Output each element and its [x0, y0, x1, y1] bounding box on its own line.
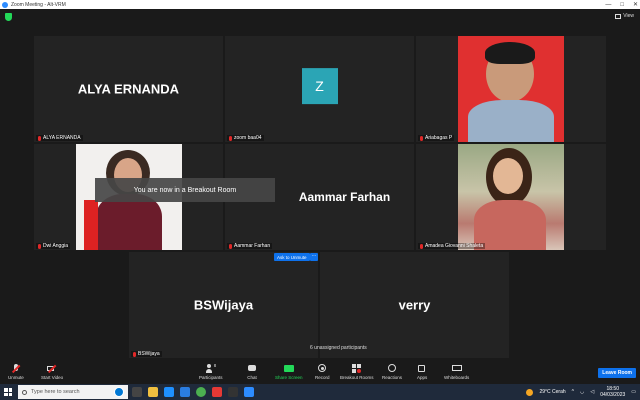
tray-chevron-icon[interactable]: ^	[572, 389, 574, 395]
record-button[interactable]: Record	[315, 364, 330, 380]
tile-label: BSWijaya	[131, 351, 162, 357]
mic-muted-icon	[11, 364, 21, 373]
window-controls: — □ ✕	[605, 0, 638, 9]
video-tile-bswijaya[interactable]: BSWijaya BSWijaya	[129, 252, 318, 358]
breakout-rooms-icon	[351, 364, 362, 373]
apps-button[interactable]: Apps	[417, 364, 427, 380]
windows-taskbar: Type here to search 29°C Cerah ^ ◡ ◁ 18:…	[0, 384, 640, 400]
notification-icon[interactable]: ▭	[631, 389, 636, 395]
leave-room-button[interactable]: Leave Room	[598, 368, 636, 378]
reactions-icon	[387, 364, 397, 373]
search-icon	[22, 389, 27, 395]
wifi-icon[interactable]: ◡	[580, 389, 584, 395]
tile-label: ALYA ERNANDA	[36, 135, 83, 141]
minimize-button[interactable]: —	[605, 2, 611, 8]
windows-start-icon[interactable]	[4, 388, 12, 396]
tile-label: Ariabagas P	[418, 135, 455, 141]
participants-icon: 8	[205, 363, 216, 373]
breakout-room-notice: You are now in a Breakout Room	[95, 178, 275, 202]
mic-muted-icon	[229, 243, 232, 249]
avatar: Z	[301, 68, 338, 105]
tile-label: Amadea Giovanni Shaleta	[418, 243, 486, 249]
video-tile-alya[interactable]: ALYA ERNANDA ALYA ERNANDA	[34, 36, 223, 142]
chrome-icon[interactable]	[196, 387, 206, 397]
participant-name-display: Aammar Farhan	[298, 190, 391, 204]
system-tray: 29°C Cerah ^ ◡ ◁ 18:50 04/03/2023 ▭	[526, 384, 636, 400]
ask-to-unmute-button[interactable]: Ask to Unmute	[274, 253, 310, 261]
whiteboard-icon	[451, 364, 462, 373]
mic-muted-icon	[229, 135, 232, 141]
weather-text[interactable]: 29°C Cerah	[539, 389, 565, 395]
participant-video	[458, 144, 564, 250]
chat-button[interactable]: Chat	[247, 364, 257, 380]
file-explorer-icon[interactable]	[148, 387, 158, 397]
mic-muted-icon	[133, 351, 136, 357]
camera-app-icon[interactable]	[228, 387, 238, 397]
zoom-logo-icon	[2, 1, 8, 8]
meeting-toolbar: Unmute Start Video 8 Participants Chat S…	[0, 360, 640, 384]
bing-icon[interactable]	[114, 387, 124, 397]
video-tile-verry[interactable]: verry	[320, 252, 509, 358]
mic-muted-icon	[38, 243, 41, 249]
chat-icon	[247, 364, 257, 373]
video-off-icon	[47, 364, 57, 373]
record-icon	[317, 364, 327, 373]
unmute-button[interactable]: Unmute	[8, 364, 24, 380]
participant-name-display: ALYA ERNANDA	[77, 81, 180, 97]
start-video-button[interactable]: Start Video	[41, 364, 63, 380]
taskbar-clock[interactable]: 18:50 04/03/2023	[600, 386, 625, 398]
breakout-rooms-button[interactable]: Breakout Rooms	[340, 364, 374, 380]
mic-muted-icon	[420, 243, 423, 249]
media-app-icon[interactable]	[212, 387, 222, 397]
view-button[interactable]: View	[615, 13, 634, 19]
grid-view-icon	[615, 13, 622, 19]
apps-icon	[417, 364, 427, 373]
unassigned-participants-text: 6 unassigned participants	[310, 345, 367, 351]
reactions-button[interactable]: Reactions	[382, 364, 402, 380]
tile-label: Dwi Anggia	[36, 243, 71, 249]
security-shield-icon[interactable]	[5, 13, 12, 21]
participant-video	[458, 36, 564, 142]
window-titlebar: Zoom Meeting - Alt-VRM — □ ✕	[0, 0, 640, 9]
mic-muted-icon	[38, 135, 41, 141]
share-screen-icon	[283, 364, 294, 373]
participants-button[interactable]: 8 Participants	[199, 363, 223, 380]
microsoft-store-icon[interactable]	[180, 387, 190, 397]
mic-muted-icon	[420, 135, 423, 141]
tile-label: Aammar Farhan	[227, 243, 273, 249]
maximize-button[interactable]: □	[620, 2, 624, 8]
close-button[interactable]: ✕	[633, 1, 638, 8]
video-tile-amadea[interactable]: Amadea Giovanni Shaleta	[416, 144, 606, 250]
volume-icon[interactable]: ◁	[590, 389, 594, 395]
video-tile-ariabagas[interactable]: Ariabagas P	[416, 36, 606, 142]
window-title: Zoom Meeting - Alt-VRM	[11, 1, 66, 8]
weather-sun-icon[interactable]	[526, 388, 534, 396]
share-screen-button[interactable]: Share Screen	[275, 364, 303, 380]
participant-name-display: BSWijaya	[193, 297, 254, 313]
tile-label: zoom baa04	[227, 135, 264, 141]
more-options-button[interactable]: ···	[310, 253, 318, 261]
whiteboards-button[interactable]: Whiteboards	[444, 364, 469, 380]
taskbar-search-input[interactable]: Type here to search	[18, 385, 128, 399]
edge-icon[interactable]	[164, 387, 174, 397]
taskbar-apps	[132, 387, 254, 397]
zoom-taskbar-icon[interactable]	[244, 387, 254, 397]
video-tile-zoom[interactable]: Z zoom baa04	[225, 36, 414, 142]
task-view-icon[interactable]	[132, 387, 142, 397]
participant-name-display: verry	[398, 297, 431, 313]
